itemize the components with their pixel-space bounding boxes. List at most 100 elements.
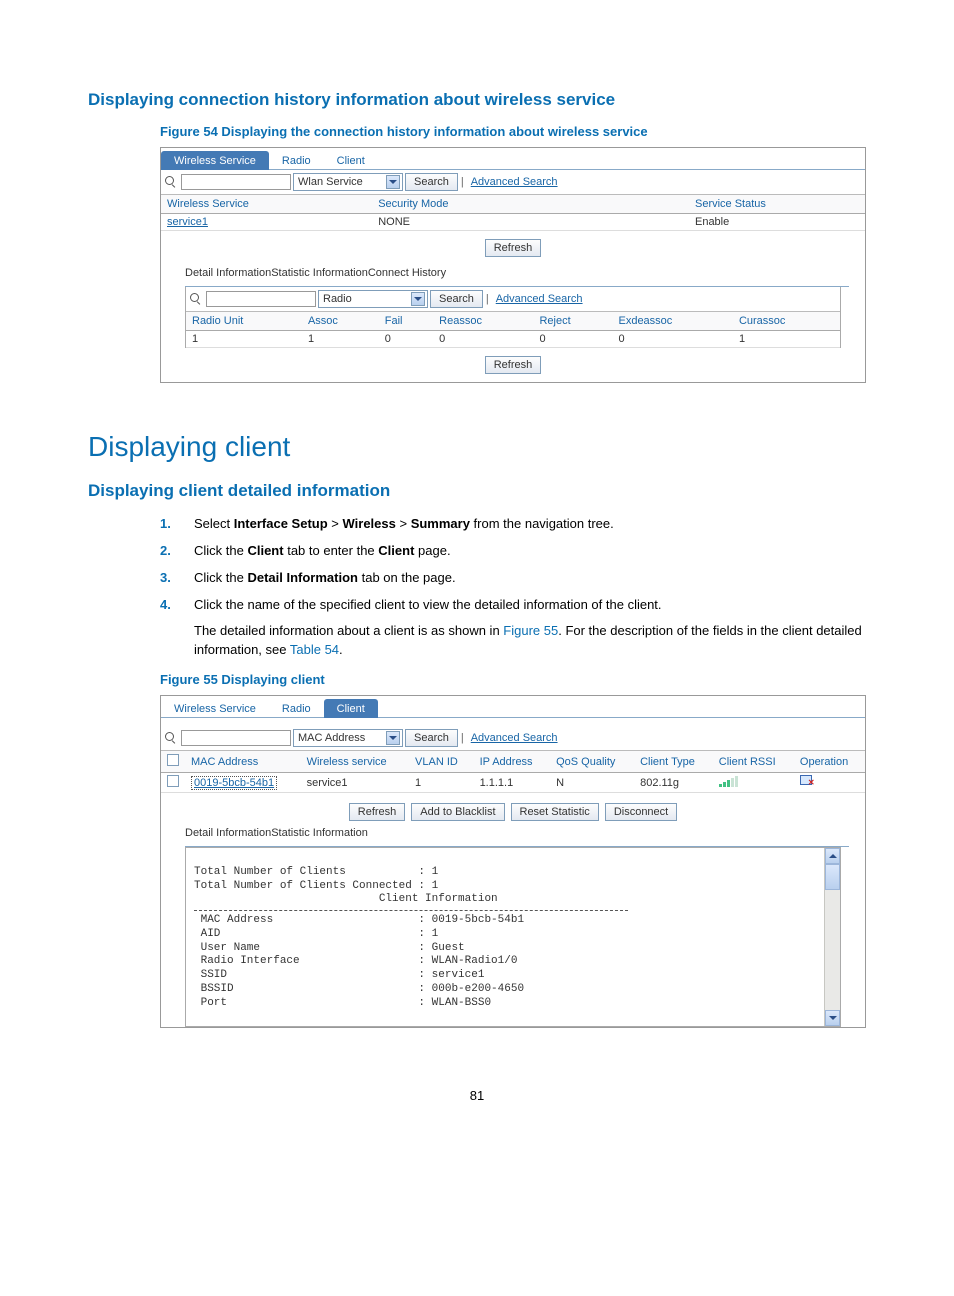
- subtab-statistic-info[interactable]: Statistic Information: [271, 267, 368, 286]
- table-row: 0019-5bcb-54b1 service1 1 1.1.1.1 N 802.…: [161, 773, 865, 793]
- cell: service1: [301, 773, 409, 793]
- figure54-caption: Figure 54 Displaying the connection hist…: [160, 124, 866, 139]
- steps-list: 1. Select Interface Setup > Wireless > S…: [160, 515, 866, 614]
- refresh-button[interactable]: Refresh: [485, 239, 542, 257]
- tab-client[interactable]: Client: [324, 151, 378, 170]
- scrollbar[interactable]: [824, 848, 840, 1026]
- col-exdeassoc: Exdeassoc: [612, 312, 732, 331]
- disconnect-icon[interactable]: [800, 775, 814, 787]
- section-heading-1: Displaying connection history informatio…: [88, 90, 866, 110]
- fig54-tabs: Wireless Service Radio Client: [161, 148, 865, 170]
- col-rssi: Client RSSI: [713, 751, 794, 773]
- refresh-button[interactable]: Refresh: [349, 803, 406, 821]
- search-button[interactable]: Search: [430, 290, 483, 308]
- advanced-search-link[interactable]: Advanced Search: [496, 293, 583, 305]
- link-figure55[interactable]: Figure 55: [503, 623, 558, 638]
- cell: 0: [433, 331, 533, 348]
- step-1: Select Interface Setup > Wireless > Summ…: [194, 515, 866, 534]
- search-field-dropdown[interactable]: Wlan Service: [293, 173, 403, 191]
- step-3: Click the Detail Information tab on the …: [194, 569, 866, 588]
- figure55: Wireless Service Radio Client MAC Addres…: [160, 695, 866, 1028]
- scroll-thumb[interactable]: [825, 864, 840, 890]
- scroll-track[interactable]: [825, 890, 840, 1010]
- divider: [194, 910, 628, 911]
- table-row: 1 1 0 0 0 0 1: [186, 331, 840, 348]
- search-button[interactable]: Search: [405, 729, 458, 747]
- tab-wireless-service[interactable]: Wireless Service: [161, 699, 269, 718]
- tab-client[interactable]: Client: [324, 699, 378, 718]
- search-button[interactable]: Search: [405, 173, 458, 191]
- cell: 0: [612, 331, 732, 348]
- tab-radio[interactable]: Radio: [269, 699, 324, 718]
- subtab-detail-info[interactable]: Detail Information: [185, 267, 271, 286]
- detail-line: Total Number of Clients : 1: [194, 866, 438, 878]
- select-all-checkbox[interactable]: [167, 754, 179, 766]
- col-fail: Fail: [379, 312, 433, 331]
- col-curassoc: Curassoc: [733, 312, 840, 331]
- detail-line: SSID : service1: [194, 969, 484, 981]
- cell-mode: NONE: [372, 214, 689, 231]
- cell: 0: [379, 331, 433, 348]
- add-to-blacklist-button[interactable]: Add to Blacklist: [411, 803, 504, 821]
- fig54-search-toolbar: Wlan Service Search | Advanced Search: [161, 170, 865, 195]
- detail-line: Radio Interface : WLAN-Radio1/0: [194, 955, 517, 967]
- section-heading-2: Displaying client detailed information: [88, 481, 866, 501]
- tab-radio[interactable]: Radio: [269, 151, 324, 170]
- col-client-type: Client Type: [634, 751, 713, 773]
- refresh-button[interactable]: Refresh: [485, 356, 542, 374]
- step-2: Click the Client tab to enter the Client…: [194, 542, 866, 561]
- fig55-tabs: Wireless Service Radio Client: [161, 696, 865, 718]
- col-vlan: VLAN ID: [409, 751, 474, 773]
- disconnect-button[interactable]: Disconnect: [605, 803, 677, 821]
- dropdown-label: MAC Address: [298, 732, 365, 744]
- col-ws: Wireless service: [301, 751, 409, 773]
- col-mac: MAC Address: [185, 751, 301, 773]
- col-operation: Operation: [794, 751, 865, 773]
- service-link[interactable]: service1: [167, 216, 208, 228]
- detail-line: Total Number of Clients Connected : 1: [194, 880, 438, 892]
- cell-status: Enable: [689, 214, 865, 231]
- col-service-status: Service Status: [689, 195, 865, 214]
- search-field-dropdown[interactable]: Radio: [318, 290, 428, 308]
- search-field-dropdown[interactable]: MAC Address: [293, 729, 403, 747]
- search-input[interactable]: [181, 730, 291, 746]
- col-wireless-service: Wireless Service: [161, 195, 372, 214]
- cell: 1: [186, 331, 302, 348]
- figure55-caption: Figure 55 Displaying client: [160, 672, 866, 687]
- subtab-connect-history[interactable]: Connect History: [368, 267, 446, 286]
- fig55-client-table: MAC Address Wireless service VLAN ID IP …: [161, 751, 865, 793]
- chevron-down-icon: [411, 292, 425, 306]
- row-checkbox[interactable]: [167, 775, 179, 787]
- col-assoc: Assoc: [302, 312, 379, 331]
- detail-line: MAC Address : 0019-5bcb-54b1: [194, 914, 524, 926]
- cell: 802.11g: [634, 773, 713, 793]
- scroll-up-icon[interactable]: [825, 848, 840, 864]
- heading-displaying-client: Displaying client: [88, 431, 866, 463]
- advanced-search-link[interactable]: Advanced Search: [471, 732, 558, 744]
- fig55-search: MAC Address Search | Advanced Search: [161, 726, 865, 751]
- advanced-search-link[interactable]: Advanced Search: [471, 176, 558, 188]
- subtab-statistic-info[interactable]: Statistic Information: [271, 827, 368, 846]
- reset-statistic-button[interactable]: Reset Statistic: [511, 803, 599, 821]
- detail-line: AID : 1: [194, 928, 438, 940]
- fig54-subtabs: Detail Information Statistic Information…: [185, 267, 849, 287]
- page-number: 81: [88, 1088, 866, 1103]
- fig54-inner-search: Radio Search | Advanced Search: [186, 287, 840, 312]
- detail-line: Client Information: [194, 893, 498, 905]
- col-ip: IP Address: [474, 751, 551, 773]
- link-table54[interactable]: Table 54: [290, 642, 339, 657]
- client-mac-link[interactable]: 0019-5bcb-54b1: [191, 776, 277, 790]
- search-input[interactable]: [181, 174, 291, 190]
- detail-line: User Name : Guest: [194, 942, 465, 954]
- chevron-down-icon: [386, 175, 400, 189]
- subtab-detail-info[interactable]: Detail Information: [185, 827, 271, 846]
- search-input[interactable]: [206, 291, 316, 307]
- col-reassoc: Reassoc: [433, 312, 533, 331]
- tab-wireless-service[interactable]: Wireless Service: [161, 151, 269, 170]
- table-row: service1 NONE Enable: [161, 214, 865, 231]
- detail-line: Port : WLAN-BSS0: [194, 997, 491, 1009]
- fig55-button-row: Refresh Add to Blacklist Reset Statistic…: [161, 793, 865, 827]
- search-icon: [190, 293, 202, 305]
- scroll-down-icon[interactable]: [825, 1010, 840, 1026]
- fig54-service-table: Wireless Service Security Mode Service S…: [161, 195, 865, 231]
